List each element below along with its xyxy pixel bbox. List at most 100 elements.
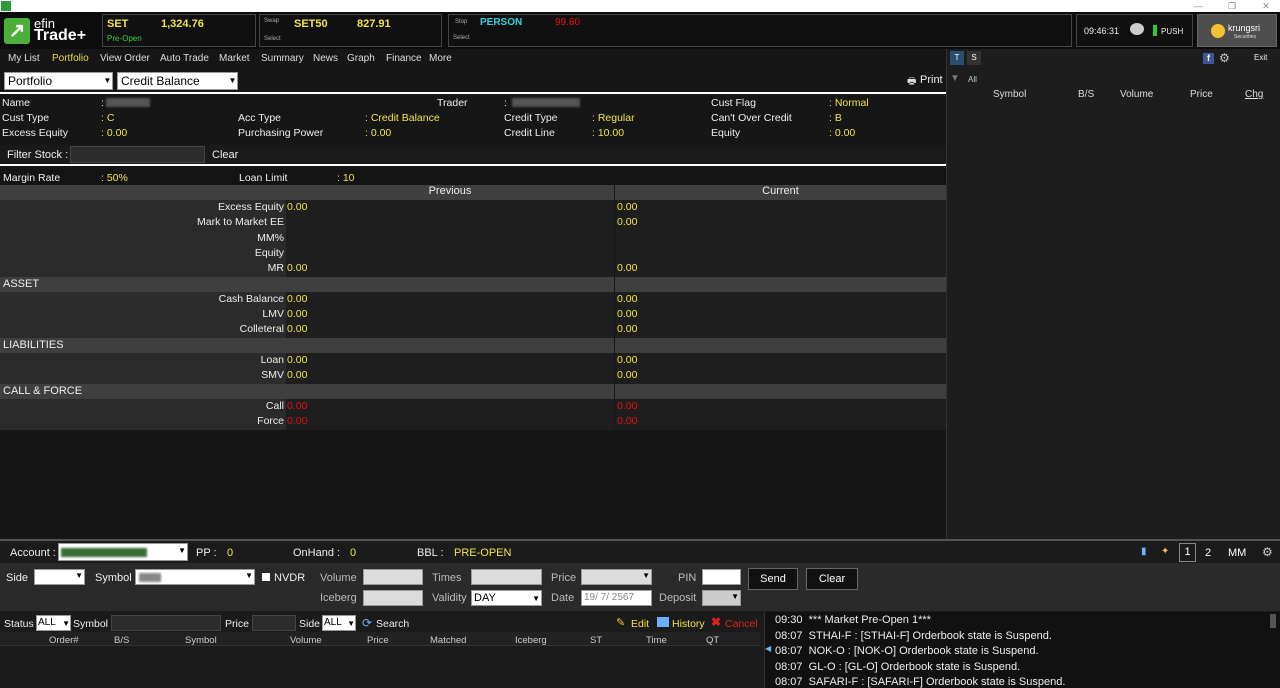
validity-select[interactable]: DAY ▼	[471, 590, 542, 606]
view-select-value: Portfolio	[8, 74, 53, 88]
ticker-col-volume: Volume	[1120, 89, 1154, 100]
message-text: NOK-O : [NOK-O] Orderbook state is Suspe…	[808, 645, 1039, 657]
table-row-current: 0.00	[615, 414, 946, 431]
menu-auto-trade[interactable]: Auto Trade	[160, 53, 209, 64]
messages-scrollbar[interactable]	[1270, 614, 1276, 628]
printer-icon[interactable]: 🖶	[907, 74, 916, 91]
stop-ticker-box[interactable]: Stop PERSON 99.80 Select	[448, 14, 1072, 47]
menu-graph[interactable]: Graph	[347, 53, 375, 64]
search-button[interactable]: Search	[376, 618, 409, 630]
tab-s[interactable]: S	[967, 51, 981, 65]
settings-gear-icon[interactable]: ⚙	[1219, 51, 1230, 65]
filter-clear-button[interactable]: Clear	[212, 149, 238, 161]
page-1-button[interactable]: 1	[1179, 543, 1196, 562]
ticker-filter-all[interactable]: All	[968, 75, 977, 84]
order-side-label: Side	[299, 618, 321, 630]
swap-ticker-box[interactable]: Swap SET50 827.91 Select	[259, 14, 442, 47]
call-force-section: CALL & FORCE	[0, 383, 614, 399]
minimize-button[interactable]: —	[1188, 0, 1208, 12]
current-header: Current	[615, 185, 946, 200]
menu-finance[interactable]: Finance	[386, 53, 422, 64]
page-2-button[interactable]: 2	[1205, 547, 1211, 559]
previous-header: Previous	[286, 185, 614, 200]
stop-value: 99.80	[555, 17, 581, 28]
table-row-current: 0.00	[615, 307, 946, 324]
pin-input[interactable]	[702, 569, 741, 585]
side-select[interactable]: ▼	[34, 569, 85, 585]
menu-more[interactable]: More	[429, 53, 452, 64]
menu-summary[interactable]: Summary	[261, 53, 304, 64]
menu-my-list[interactable]: My List	[8, 53, 40, 64]
ticker-col-price: Price	[1190, 89, 1213, 100]
clear-button[interactable]: Clear	[806, 568, 858, 590]
iceberg-input[interactable]	[363, 590, 423, 606]
table-row-label: LMV	[0, 307, 286, 324]
deposit-select[interactable]: ▼	[702, 590, 741, 606]
order-price-input[interactable]	[252, 615, 296, 631]
print-button[interactable]: Print	[920, 74, 943, 86]
maximize-button[interactable]: ❐	[1222, 0, 1242, 12]
settings-gear-icon[interactable]: ⚙	[1262, 545, 1273, 559]
table-row-previous	[286, 245, 614, 262]
symbol-input[interactable]: ▼	[135, 569, 255, 585]
order-symbol-input[interactable]	[111, 615, 221, 631]
nvdr-checkbox[interactable]	[262, 573, 270, 581]
cust-flag-label: Cust Flag	[711, 97, 756, 109]
view-select[interactable]: Portfolio ▼	[4, 72, 113, 90]
history-icon[interactable]	[657, 617, 669, 627]
filter-icon[interactable]: ▼	[950, 73, 960, 84]
price-input[interactable]: ▼	[581, 569, 652, 585]
account-select[interactable]: ▼	[58, 543, 188, 561]
table-row-previous: 0.00	[286, 322, 614, 339]
menu-market[interactable]: Market	[219, 53, 250, 64]
refresh-icon[interactable]: ⟳	[362, 616, 372, 630]
send-button[interactable]: Send	[748, 568, 798, 590]
ticker-col-chg[interactable]: Chg	[1245, 89, 1263, 100]
edit-button[interactable]: Edit	[631, 618, 649, 630]
validity-label: Validity	[432, 592, 467, 604]
menu-view-order[interactable]: View Order	[100, 53, 150, 64]
margin-row	[0, 169, 946, 185]
date-input[interactable]: 19/ 7/ 2567	[581, 590, 652, 606]
status-value: ALL	[38, 617, 56, 628]
mode-select[interactable]: Credit Balance ▼	[117, 72, 238, 90]
order-side-select[interactable]: ALL ▼	[322, 615, 356, 631]
history-button[interactable]: History	[672, 618, 705, 630]
tab-t[interactable]: T	[950, 51, 964, 65]
date-value: 19/ 7/ 2567	[584, 592, 635, 603]
volume-input[interactable]	[363, 569, 423, 585]
table-row-previous: 0.00	[286, 291, 614, 308]
exit-button[interactable]: Exit	[1254, 53, 1267, 62]
set-index-box[interactable]: SET 1,324.76 Pre-Open	[102, 14, 256, 47]
purchasing-power-value: : 0.00	[365, 127, 392, 139]
cancel-x-icon[interactable]: ✖	[711, 615, 721, 629]
swap-label: Swap	[264, 18, 280, 24]
stop-select[interactable]: Select	[453, 35, 470, 41]
table-row-current: 0.00	[615, 200, 946, 216]
acc-type-label: Acc Type	[238, 112, 281, 124]
status-select[interactable]: ALL ▼	[36, 615, 71, 631]
swap-select[interactable]: Select	[264, 36, 281, 42]
facebook-icon[interactable]: f	[1203, 53, 1214, 64]
menu-news[interactable]: News	[313, 53, 338, 64]
message-text: GL-O : [GL-O] Orderbook state is Suspend…	[808, 661, 1021, 673]
collapse-arrow-icon[interactable]: ◀	[765, 644, 771, 653]
close-button[interactable]: ✕	[1256, 0, 1276, 12]
mobile-icon[interactable]: ▮	[1141, 546, 1147, 557]
edit-pencil-icon[interactable]: ✎	[616, 616, 625, 629]
table-row-current: 0.00	[615, 398, 946, 415]
message-text: *** Market Pre-Open 1***	[808, 614, 931, 626]
order-col-symbol: Symbol	[185, 635, 217, 646]
table-row-current: 0.00	[615, 322, 946, 339]
chat-icon[interactable]	[1130, 23, 1144, 35]
bulb-icon[interactable]: ✦	[1161, 546, 1169, 557]
account-redacted	[61, 548, 147, 557]
message-time: 08:07	[775, 630, 803, 642]
cancel-button[interactable]: Cancel	[725, 618, 758, 630]
filter-stock-input[interactable]	[70, 146, 205, 163]
menu-portfolio[interactable]: Portfolio	[52, 53, 89, 64]
equity-label: Equity	[711, 127, 741, 139]
times-input[interactable]	[471, 569, 542, 585]
mm-button[interactable]: MM	[1228, 547, 1246, 559]
pp-value: 0	[227, 547, 234, 559]
